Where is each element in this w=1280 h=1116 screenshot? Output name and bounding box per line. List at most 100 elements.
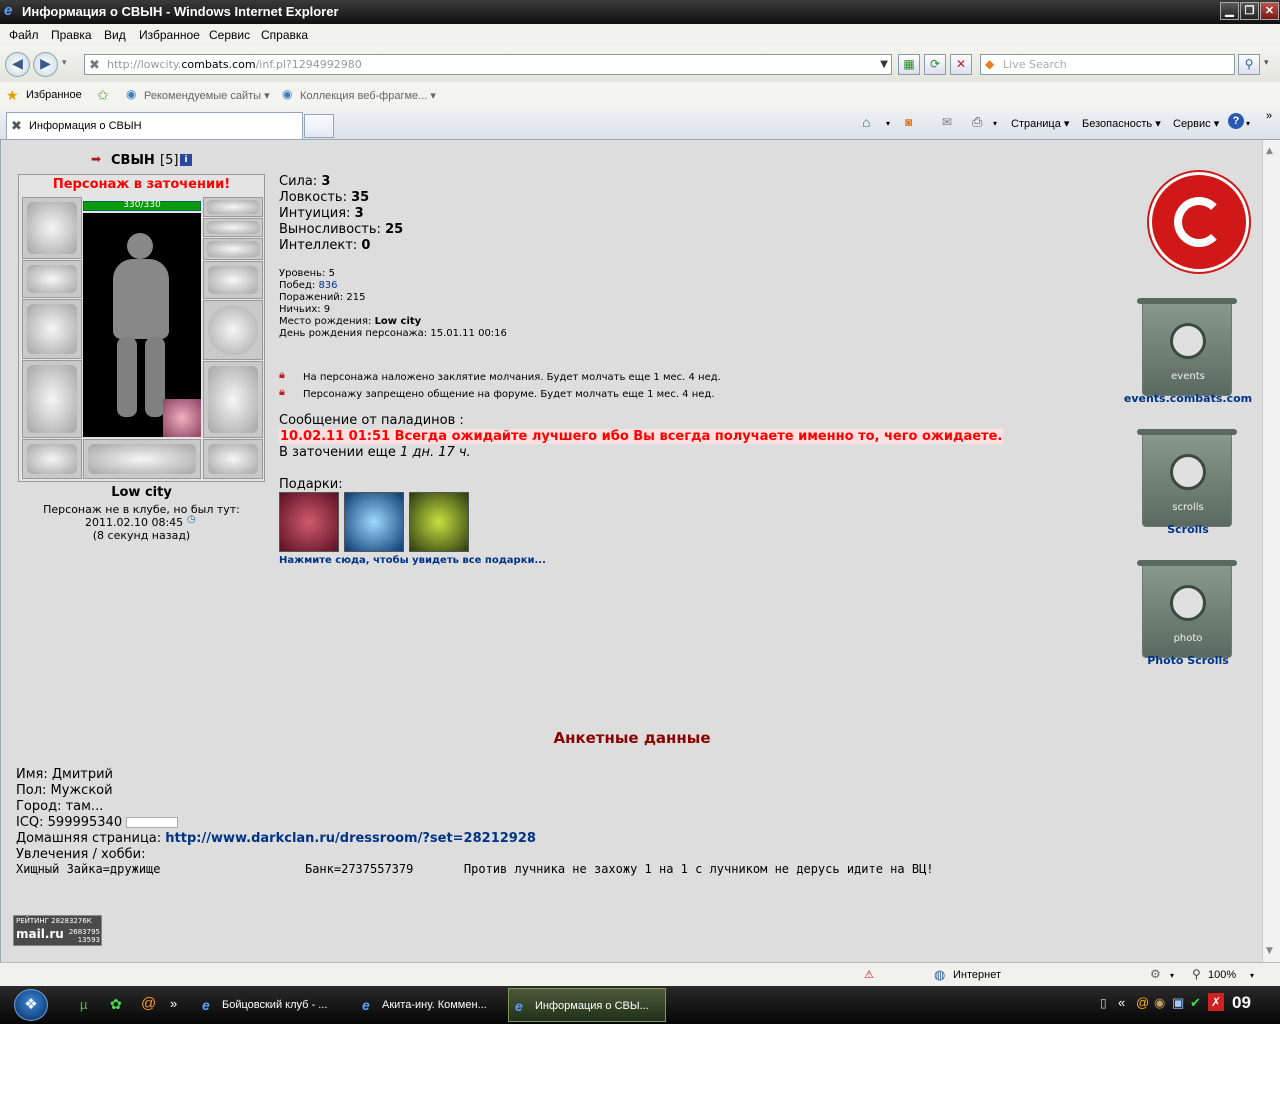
slot-earrings[interactable] (203, 197, 263, 217)
jail-time-row: В заточении еще 1 дн. 17 ч. (279, 445, 471, 460)
events-banner-icon[interactable]: events (1137, 298, 1237, 396)
protected-mode-icon[interactable]: ⚙ (1150, 967, 1161, 981)
address-dropdown-icon[interactable]: ▼ (880, 55, 888, 74)
refresh-icon[interactable]: ⟳ (924, 54, 946, 75)
info-icon[interactable]: i (180, 154, 192, 166)
compatibility-view-icon[interactable]: ▦ (898, 54, 920, 75)
mail-agent-icon[interactable]: @ (141, 995, 156, 1012)
help-icon[interactable]: ? (1228, 113, 1244, 129)
counter-brand: mail.ru (16, 927, 64, 941)
menu-file[interactable]: Файл (9, 28, 39, 42)
scrolls-banner-icon[interactable]: scrolls (1137, 429, 1237, 527)
scroll-down-icon[interactable]: ▼ (1266, 946, 1273, 956)
mail-icon[interactable]: ✉ (942, 115, 952, 129)
page-menu[interactable]: Страница ▾ (1011, 117, 1069, 130)
minimize-button[interactable]: ▁ (1220, 2, 1239, 20)
icq-flower-icon[interactable]: ✿ (110, 996, 122, 1013)
zoom-icon[interactable]: ⚲ (1192, 967, 1201, 981)
tab-current[interactable]: ✖ Информация о СВЫН (6, 112, 303, 139)
new-tab-button[interactable] (304, 114, 334, 138)
close-button[interactable]: ✕ (1260, 2, 1279, 20)
favorites-button[interactable]: Избранное (26, 89, 82, 101)
menu-help[interactable]: Справка (261, 28, 308, 42)
slot-gloves[interactable] (203, 261, 263, 299)
vertical-scrollbar[interactable]: ▲ ▼ (1262, 140, 1280, 962)
tools-menu[interactable]: Сервис ▾ (1173, 117, 1219, 130)
protected-dropdown-icon[interactable]: ▾ (1170, 971, 1174, 980)
scrolls-link[interactable]: Scrolls (1113, 523, 1263, 536)
scroll-up-icon[interactable]: ▲ (1266, 146, 1273, 156)
tray-mail-icon[interactable]: @ (1136, 995, 1149, 1010)
stats-list: Сила: 3 Ловкость: 35 Интуиция: 3 Выносли… (279, 174, 403, 254)
stat-value: 3 (354, 206, 364, 221)
clock[interactable]: 09 (1232, 993, 1251, 1013)
anketa-homepage-row: Домашняя страница: http://www.darkclan.r… (16, 831, 536, 847)
mailru-counter[interactable]: РЕЙТИНГ 28283276К mail.ru 2683795 13593 (13, 915, 102, 946)
tray-app-icon[interactable]: ◉ (1154, 995, 1165, 1011)
utorrent-icon[interactable]: µ (80, 997, 88, 1012)
history-dropdown-icon[interactable]: ▾ (62, 58, 67, 68)
all-gifts-link[interactable]: Нажмите сюда, чтобы увидеть все подарки.… (279, 555, 546, 566)
task-button-2[interactable]: e Акита-ину. Коммен... (356, 988, 506, 1022)
task-button-1[interactable]: e Бойцовский клуб - ... (196, 988, 346, 1022)
menu-favorites[interactable]: Избранное (139, 28, 200, 42)
task-label-3: Информация о СВЫ... (535, 1000, 649, 1012)
maximize-button[interactable]: ❐ (1240, 2, 1259, 20)
level-label: Уровень: (279, 268, 326, 279)
help-dropdown-icon[interactable]: ▾ (1246, 119, 1250, 128)
stop-icon[interactable]: ✕ (950, 54, 972, 75)
zoom-level[interactable]: 100% (1208, 969, 1236, 981)
slot-weapon[interactable] (22, 299, 82, 359)
antivirus-icon[interactable]: ✗ (1208, 993, 1224, 1011)
tray-expand-icon[interactable]: « (1118, 995, 1125, 1010)
suggested-sites-link[interactable]: Рекомендуемые сайты ▾ (144, 89, 270, 102)
slot-shield[interactable] (203, 300, 263, 360)
print-dropdown-icon[interactable]: ▾ (993, 119, 997, 128)
search-input[interactable]: ◆ Live Search (980, 54, 1235, 75)
print-icon[interactable]: ⎙ (972, 114, 982, 130)
slot-bracers[interactable] (22, 260, 82, 298)
language-icon[interactable]: ▯ (1100, 996, 1107, 1010)
pet-bunny-icon[interactable] (163, 399, 201, 437)
slot-belt[interactable] (22, 439, 82, 479)
gift-drum-icon[interactable] (279, 492, 339, 552)
anketa-homepage-link[interactable]: http://www.darkclan.ru/dressroom/?set=28… (165, 831, 536, 846)
task-button-3[interactable]: e Информация о СВЫ... (508, 988, 666, 1022)
home-dropdown-icon[interactable]: ▾ (886, 119, 890, 128)
feeds-icon[interactable]: ◙ (905, 115, 912, 129)
menu-edit[interactable]: Правка (51, 28, 92, 42)
home-icon[interactable]: ⌂ (862, 114, 870, 130)
search-icon[interactable]: ⚲ (1238, 54, 1260, 75)
slot-rings[interactable] (203, 238, 263, 260)
gift-gem-icon[interactable] (409, 492, 469, 552)
start-button[interactable]: ❖ (14, 989, 48, 1021)
chevron-more-icon[interactable]: » (1266, 110, 1272, 122)
combats-logo-icon[interactable] (1149, 172, 1249, 272)
zoom-dropdown-icon[interactable]: ▾ (1250, 971, 1254, 980)
network-icon[interactable]: ▣ (1172, 995, 1184, 1011)
wins-link[interactable]: 836 (318, 280, 337, 291)
quicklaunch-more-icon[interactable]: » (170, 996, 177, 1011)
back-button[interactable]: ◀ (5, 52, 30, 77)
character-name[interactable]: СВЫН (111, 153, 155, 168)
address-field[interactable]: ✖ http://lowcity.combats.com/inf.pl?1294… (84, 54, 892, 75)
web-slices-link[interactable]: Коллекция веб-фрагме... ▾ (300, 89, 436, 102)
safety-menu[interactable]: Безопасность ▾ (1082, 117, 1161, 130)
gift-mascot-icon[interactable] (344, 492, 404, 552)
photo-scrolls-link[interactable]: Photo Scrolls (1113, 654, 1263, 667)
character-avatar (83, 213, 201, 437)
events-link[interactable]: events.combats.com (1113, 392, 1263, 405)
search-options-icon[interactable]: ▾ (1264, 58, 1269, 68)
slot-amulet[interactable] (203, 218, 263, 237)
photo-scrolls-banner-icon[interactable]: photo (1137, 560, 1237, 658)
menu-view[interactable]: Вид (104, 28, 126, 42)
slot-armor[interactable] (22, 360, 82, 438)
slot-helmet[interactable] (22, 197, 82, 259)
slot-leggings[interactable] (203, 361, 263, 438)
forward-button[interactable]: ▶ (33, 52, 58, 77)
add-favorite-icon[interactable]: ✩ (97, 87, 109, 104)
slot-boots[interactable] (203, 439, 263, 479)
security-check-icon[interactable]: ✔ (1190, 995, 1201, 1011)
popup-blocked-icon[interactable]: ⚠ (864, 968, 874, 981)
menu-tools[interactable]: Сервис (209, 28, 250, 42)
